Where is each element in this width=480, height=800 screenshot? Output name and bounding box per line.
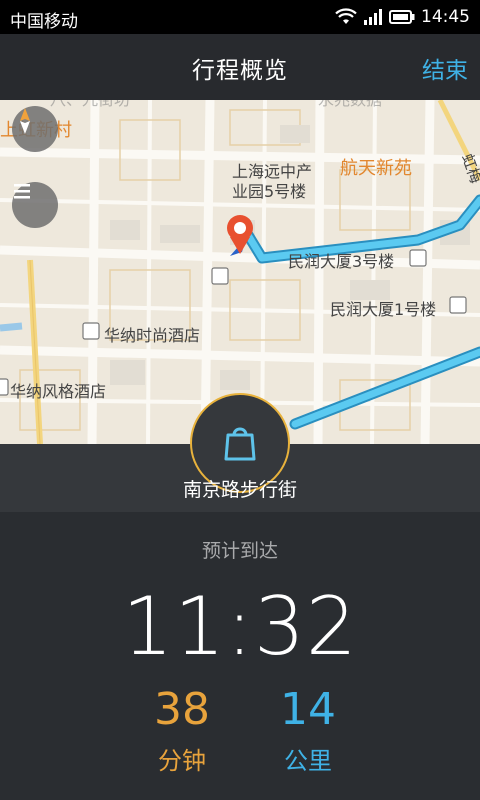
destination-name: 南京路步行街 bbox=[182, 479, 297, 501]
hotel-poi-icon bbox=[82, 322, 100, 340]
title-bar: 行程概览 结束 bbox=[0, 34, 480, 100]
shopping-bag-icon bbox=[224, 427, 256, 461]
eta-label: 预计到达 bbox=[201, 540, 278, 562]
eta-time: 11:32 bbox=[122, 580, 358, 673]
wifi-icon bbox=[335, 8, 357, 24]
duration-stat: 38 分钟 bbox=[122, 684, 242, 776]
building-poi-icon bbox=[449, 296, 467, 314]
end-button[interactable]: 结束 bbox=[422, 51, 468, 85]
status-icons: 14:45 bbox=[335, 7, 470, 27]
status-bar: 中国移动 14:45 bbox=[0, 0, 480, 34]
building-poi-icon bbox=[211, 267, 229, 285]
duration-value: 38 bbox=[154, 684, 210, 735]
distance-unit: 公里 bbox=[284, 747, 332, 775]
map-label-building: 民润大厦3号楼 bbox=[288, 252, 395, 271]
page-title: 行程概览 bbox=[192, 58, 288, 84]
map-label-hotel: 华纳时尚酒店 bbox=[104, 326, 201, 345]
distance-stat: 14 公里 bbox=[248, 684, 368, 776]
map-label-faded: 八、九街坊 bbox=[50, 100, 130, 110]
map-label-park: 业园5号楼 bbox=[232, 182, 307, 201]
duration-unit: 分钟 bbox=[158, 747, 206, 775]
menu-icon bbox=[14, 184, 30, 199]
compass-icon bbox=[20, 108, 30, 134]
carrier-name: 中国移动 bbox=[10, 12, 78, 32]
building-poi-icon bbox=[409, 249, 427, 267]
menu-button[interactable] bbox=[12, 182, 58, 228]
clock: 14:45 bbox=[421, 7, 470, 27]
map-label-district: 航天新苑 bbox=[340, 158, 412, 179]
map-label-hotel: 华纳风格酒店 bbox=[10, 382, 107, 401]
compass-button[interactable] bbox=[12, 106, 58, 152]
signal-icon bbox=[364, 9, 382, 25]
battery-icon bbox=[389, 10, 415, 24]
map-label-building: 民润大厦1号楼 bbox=[330, 300, 437, 319]
hotel-poi-icon bbox=[0, 378, 9, 396]
map-label-faded: 永兆数据 bbox=[318, 100, 382, 110]
distance-value: 14 bbox=[280, 684, 336, 735]
